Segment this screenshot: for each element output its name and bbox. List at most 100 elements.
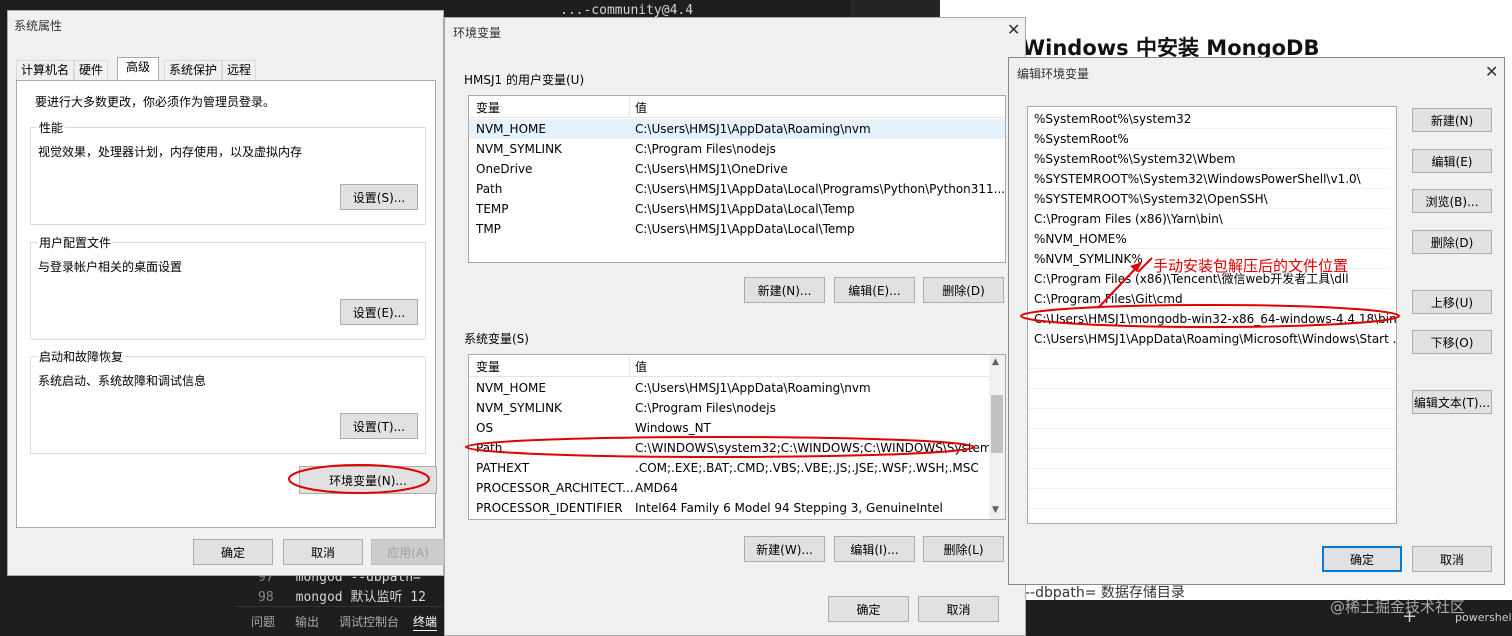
table-row[interactable]: NVM_SYMLINK C:\Program Files\nodejs [469, 139, 1005, 159]
tab-advanced[interactable]: 高级 [117, 57, 160, 81]
startup-recovery-group: 启动和故障恢复 系统启动、系统故障和调试信息 设置(T)... [30, 348, 426, 454]
variable-value: C:\Users\HMSJ1\AppData\Local\Temp [635, 222, 855, 236]
new-button[interactable]: 新建(N) [1412, 108, 1492, 132]
list-item[interactable]: %SYSTEMROOT%\System32\OpenSSH\ [1034, 189, 1390, 209]
editor-line-98: 98 mongod 默认监听 12 [258, 588, 426, 608]
browse-button[interactable]: 浏览(B)... [1412, 189, 1492, 213]
table-row[interactable]: PROCESSOR_ARCHITECT... AMD64 [469, 478, 1005, 498]
list-item[interactable]: %SystemRoot%\system32 [1034, 109, 1390, 129]
ok-button[interactable]: 确定 [828, 596, 909, 622]
cancel-button[interactable]: 取消 [918, 596, 999, 622]
table-row[interactable]: TEMP C:\Users\HMSJ1\AppData\Local\Temp [469, 199, 1005, 219]
list-item[interactable]: C:\Program Files (x86)\Yarn\bin\ [1034, 209, 1390, 229]
empty-row [1028, 489, 1396, 509]
dialog-title: 系统属性 [14, 19, 63, 33]
column-variable[interactable]: 变量 [476, 358, 500, 375]
column-value[interactable]: 值 [635, 358, 647, 375]
red-ellipse-mongodb-entry [1020, 304, 1400, 328]
system-delete-button[interactable]: 删除(L) [923, 536, 1004, 562]
list-item[interactable]: %SystemRoot%\System32\Wbem [1034, 149, 1390, 169]
cancel-button[interactable]: 取消 [1412, 546, 1492, 572]
cancel-button[interactable]: 取消 [283, 539, 363, 565]
edit-text-button[interactable]: 编辑文本(T)... [1412, 390, 1492, 414]
performance-settings-button[interactable]: 设置(S)... [340, 184, 418, 210]
user-variables-label: HMSJ1 的用户变量(U) [464, 73, 585, 87]
tab-hardware[interactable]: 硬件 [74, 60, 109, 80]
apply-button[interactable]: 应用(A) [371, 539, 445, 565]
group-desc: 系统启动、系统故障和调试信息 [38, 374, 207, 388]
user-edit-button[interactable]: 编辑(E)... [834, 277, 915, 303]
variable-value: C:\Users\HMSJ1\AppData\Local\Temp [635, 202, 855, 216]
list-item[interactable]: %SYSTEMROOT%\System32\WindowsPowerShell\… [1034, 169, 1390, 189]
variable-value: C:\Program Files\nodejs [635, 142, 776, 156]
scroll-up-icon[interactable]: ▲ [992, 357, 999, 367]
user-delete-button[interactable]: 删除(D) [923, 277, 1004, 303]
empty-row [1028, 389, 1396, 409]
table-row[interactable]: NVM_HOME C:\Users\HMSJ1\AppData\Roaming\n… [469, 378, 1005, 398]
dialog-title: 编辑环境变量 [1017, 67, 1090, 81]
panel-tab-problems[interactable]: 问题 [251, 613, 275, 630]
variable-name: OneDrive [476, 162, 533, 176]
table-row[interactable]: PATHEXT .COM;.EXE;.BAT;.CMD;.VBS;.VBE;.JS… [469, 458, 1005, 478]
column-value[interactable]: 值 [635, 99, 647, 116]
list-item[interactable]: %NVM_HOME% [1034, 229, 1390, 249]
move-up-button[interactable]: 上移(U) [1412, 290, 1492, 314]
table-row[interactable]: NVM_HOME C:\Users\HMSJ1\AppData\Roaming\n… [469, 119, 1005, 139]
code-text: mongod 默认监听 12 [295, 590, 426, 605]
tab-computer-name[interactable]: 计算机名 [16, 60, 75, 80]
system-edit-button[interactable]: 编辑(I)... [834, 536, 915, 562]
table-row[interactable]: Path C:\Users\HMSJ1\AppData\Local\Program… [469, 179, 1005, 199]
user-new-button[interactable]: 新建(N)... [744, 277, 825, 303]
line-number: 98 [258, 590, 274, 605]
tab-content: 要进行大多数更改，你必须作为管理员登录。 性能 视觉效果，处理器计划，内存使用，… [16, 80, 437, 528]
list-item[interactable]: %SystemRoot% [1034, 129, 1390, 149]
list-item[interactable]: C:\Users\HMSJ1\AppData\Roaming\Microsoft… [1034, 329, 1396, 349]
watermark: @稀土掘金技术社区 [1330, 598, 1466, 616]
edit-button[interactable]: 编辑(E) [1412, 149, 1492, 173]
ok-button[interactable]: 确定 [193, 539, 273, 565]
close-icon[interactable]: ✕ [1485, 62, 1498, 81]
environment-variables-dialog: 环境变量 ✕ HMSJ1 的用户变量(U) 变量 值 NVM_HOME C:\Us… [444, 17, 1026, 636]
user-variables-table[interactable]: 变量 值 NVM_HOME C:\Users\HMSJ1\AppData\Roam… [468, 95, 1006, 263]
table-row[interactable]: PROCESSOR_IDENTIFIER Intel64 Family 6 Mod… [469, 498, 1005, 518]
empty-row [1028, 349, 1396, 369]
panel-tab-output[interactable]: 输出 [295, 613, 319, 630]
table-header: 变量 值 [469, 96, 1005, 118]
delete-button[interactable]: 删除(D) [1412, 230, 1492, 254]
group-label: 性能 [37, 119, 66, 136]
group-desc: 与登录帐户相关的桌面设置 [38, 260, 183, 274]
ok-button[interactable]: 确定 [1322, 546, 1402, 572]
group-desc: 视觉效果，处理器计划，内存使用，以及虚拟内存 [38, 145, 303, 159]
variable-name: PATHEXT [476, 461, 530, 475]
variable-name: TMP [476, 222, 501, 236]
panel-tab-debug-console[interactable]: 调试控制台 [339, 613, 399, 630]
table-row[interactable]: TMP C:\Users\HMSJ1\AppData\Local\Temp [469, 219, 1005, 239]
variable-name: Path [476, 182, 503, 196]
annotation-arrows [1097, 257, 1153, 309]
scroll-down-icon[interactable]: ▼ [992, 505, 999, 515]
red-ellipse-env-button [288, 464, 430, 494]
table-row[interactable]: NVM_SYMLINK C:\Program Files\nodejs [469, 398, 1005, 418]
startup-recovery-settings-button[interactable]: 设置(T)... [340, 413, 418, 439]
add-terminal-icon[interactable]: + [1402, 606, 1417, 627]
admin-note: 要进行大多数更改，你必须作为管理员登录。 [35, 95, 276, 109]
user-profiles-settings-button[interactable]: 设置(E)... [340, 299, 418, 325]
column-variable[interactable]: 变量 [476, 99, 500, 116]
move-down-button[interactable]: 下移(O) [1412, 330, 1492, 354]
close-icon[interactable]: ✕ [1007, 20, 1020, 39]
tab-remote[interactable]: 远程 [222, 60, 257, 80]
editor-top-code: ...-community@4.4 [560, 3, 694, 18]
variable-name: PROCESSOR_IDENTIFIER [476, 501, 623, 515]
variable-value: Intel64 Family 6 Model 94 Stepping 3, Ge… [635, 501, 943, 515]
system-new-button[interactable]: 新建(W)... [744, 536, 825, 562]
terminal-label[interactable]: powershell [1455, 611, 1512, 624]
red-ellipse-path-row [465, 436, 975, 458]
panel-tab-terminal[interactable]: 终端 [413, 613, 438, 631]
table-row[interactable]: OneDrive C:\Users\HMSJ1\OneDrive [469, 159, 1005, 179]
scroll-thumb[interactable] [991, 395, 1003, 453]
scrollbar[interactable]: ▲ ▼ [989, 355, 1005, 519]
tab-system-protection[interactable]: 系统保护 [164, 60, 223, 80]
table-header: 变量 值 [469, 355, 1005, 377]
variable-value: C:\Users\HMSJ1\AppData\Roaming\nvm [635, 122, 871, 136]
empty-row [1028, 409, 1396, 429]
